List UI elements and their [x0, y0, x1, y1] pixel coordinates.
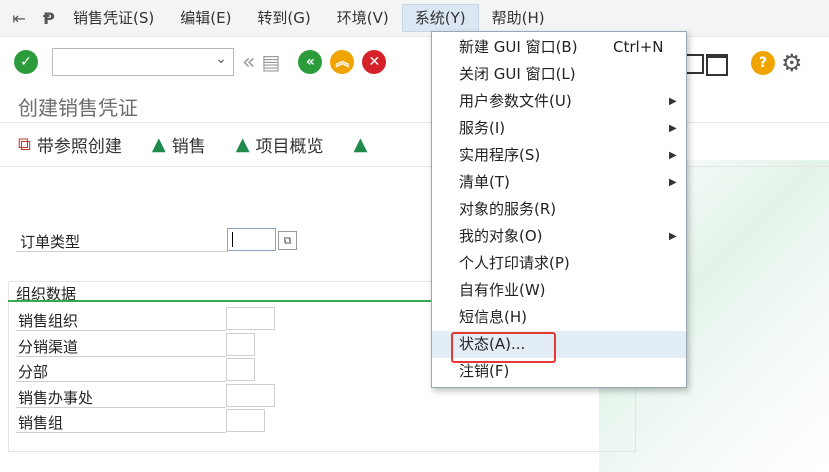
help-icon[interactable]: ? [751, 51, 775, 75]
menu-item-label: 用户参数文件(U) [459, 92, 572, 110]
menu-item-own-jobs[interactable]: 自有作业(W) [432, 277, 686, 304]
menu-item-label: 实用程序(S) [459, 146, 541, 164]
chevron-right-icon: ▶ [669, 231, 677, 242]
menu-item-new-gui-window[interactable]: 新建 GUI 窗口(B) Ctrl+N [432, 34, 686, 61]
menu-item-shortcut: Ctrl+N [613, 38, 664, 56]
back-icon[interactable]: « [298, 50, 323, 74]
sales-button[interactable]: ▲ 销售 [152, 132, 206, 157]
sales-org-label: 销售组织 [18, 312, 79, 330]
create-with-reference-label: 带参照创建 [36, 137, 122, 157]
menu-item-close-gui-window[interactable]: 关闭 GUI 窗口(L) [432, 61, 686, 88]
more-button[interactable]: ▲ [354, 132, 374, 157]
label-underline [16, 381, 226, 382]
value-help-icon[interactable]: ⧉ [278, 231, 297, 250]
distribution-channel-input[interactable] [226, 333, 255, 356]
label-underline [16, 251, 228, 252]
exit-up-icon[interactable]: ︽ [330, 50, 355, 74]
divider [0, 122, 829, 123]
item-overview-label: 项目概览 [255, 137, 324, 157]
label-underline [16, 432, 226, 433]
menu-item-label: 注销(F) [459, 362, 510, 380]
menu-item-object-services[interactable]: 对象的服务(R) [432, 196, 686, 223]
chevron-down-icon[interactable]: ⌄ [215, 51, 227, 67]
confirm-icon[interactable]: ✓ [14, 50, 38, 74]
chevron-right-icon: ▶ [669, 150, 677, 161]
copy-icon: ⧉ [18, 134, 31, 155]
menu-item-label: 服务(I) [459, 119, 506, 137]
mountain-icon: ▲ [151, 134, 166, 155]
mountain-icon: ▲ [353, 134, 368, 155]
menu-bar: ⇤ Ᵽ 销售凭证(S) 编辑(E) 转到(G) 环境(V) 系统(Y) 帮助(H… [0, 0, 829, 37]
menu-item-label: 自有作业(W) [459, 281, 546, 299]
menu-item-label: 清单(T) [459, 173, 510, 191]
mountain-icon: ▲ [235, 134, 250, 155]
exit-icon[interactable]: ⇤ [8, 8, 30, 28]
menu-item-label: 我的对象(O) [459, 227, 543, 245]
item-overview-button[interactable]: ▲ 项目概览 [236, 132, 324, 157]
sales-group-label: 销售组 [18, 414, 64, 432]
menu-system[interactable]: 系统(Y) [401, 4, 479, 32]
order-type-label: 订单类型 [20, 233, 81, 251]
standard-toolbar: ✓ ⌄ « ▤ « ︽ ✕ ? ⚙ [0, 37, 829, 87]
distribution-channel-label: 分销渠道 [18, 338, 79, 356]
menu-item-short-message[interactable]: 短信息(H) [432, 304, 686, 331]
sales-label: 销售 [171, 137, 206, 157]
new-session-icon[interactable] [684, 54, 704, 74]
cancel-icon[interactable]: ✕ [362, 50, 387, 74]
menu-help[interactable]: 帮助(H) [479, 4, 558, 32]
division-label: 分部 [18, 363, 49, 381]
page-title: 创建销售凭证 [18, 96, 138, 120]
sales-group-input[interactable] [226, 409, 265, 432]
menu-item-my-objects[interactable]: 我的对象(O) ▶ [432, 223, 686, 250]
menu-item-log-off[interactable]: 注销(F) [432, 358, 686, 385]
create-with-reference-button[interactable]: ⧉ 带参照创建 [18, 132, 122, 157]
menu-item-utilities[interactable]: 实用程序(S) ▶ [432, 142, 686, 169]
shortcut-icon[interactable] [706, 54, 728, 76]
system-dropdown-menu: 新建 GUI 窗口(B) Ctrl+N 关闭 GUI 窗口(L) 用户参数文件(… [431, 31, 687, 388]
menu-environment[interactable]: 环境(V) [324, 4, 402, 32]
gear-icon[interactable]: ⚙ [781, 49, 803, 77]
menu-item-label: 新建 GUI 窗口(B) [459, 38, 578, 56]
menu-sales-document[interactable]: 销售凭证(S) [60, 4, 167, 32]
sales-office-input[interactable] [226, 384, 275, 407]
menu-goto[interactable]: 转到(G) [244, 4, 323, 32]
divider [0, 166, 829, 167]
label-underline [16, 407, 226, 408]
division-input[interactable] [226, 358, 255, 381]
chevron-right-icon: ▶ [669, 96, 677, 107]
menu-item-services[interactable]: 服务(I) ▶ [432, 115, 686, 142]
sales-office-label: 销售办事处 [18, 389, 94, 407]
menu-edit[interactable]: 编辑(E) [167, 4, 244, 32]
command-field[interactable]: ⌄ [52, 48, 234, 76]
order-type-input[interactable] [227, 228, 276, 251]
sap-logo-icon[interactable]: Ᵽ [38, 8, 60, 28]
menu-item-label: 个人打印请求(P) [459, 254, 570, 272]
double-chevron-left-icon[interactable]: « [242, 50, 255, 75]
menu-item-label: 对象的服务(R) [459, 200, 557, 218]
label-underline [16, 330, 226, 331]
menu-item-label: 关闭 GUI 窗口(L) [459, 65, 576, 83]
menu-item-label: 短信息(H) [459, 308, 527, 326]
menu-item-user-profile[interactable]: 用户参数文件(U) ▶ [432, 88, 686, 115]
label-underline [16, 356, 226, 357]
sales-org-input[interactable] [226, 307, 275, 330]
menu-item-list[interactable]: 清单(T) ▶ [432, 169, 686, 196]
save-icon[interactable]: ▤ [261, 50, 280, 74]
chevron-right-icon: ▶ [669, 177, 677, 188]
chevron-right-icon: ▶ [669, 123, 677, 134]
menu-item-own-spool-requests[interactable]: 个人打印请求(P) [432, 250, 686, 277]
application-toolbar: ⧉ 带参照创建 ▲ 销售 ▲ 项目概览 ▲ [18, 132, 403, 157]
